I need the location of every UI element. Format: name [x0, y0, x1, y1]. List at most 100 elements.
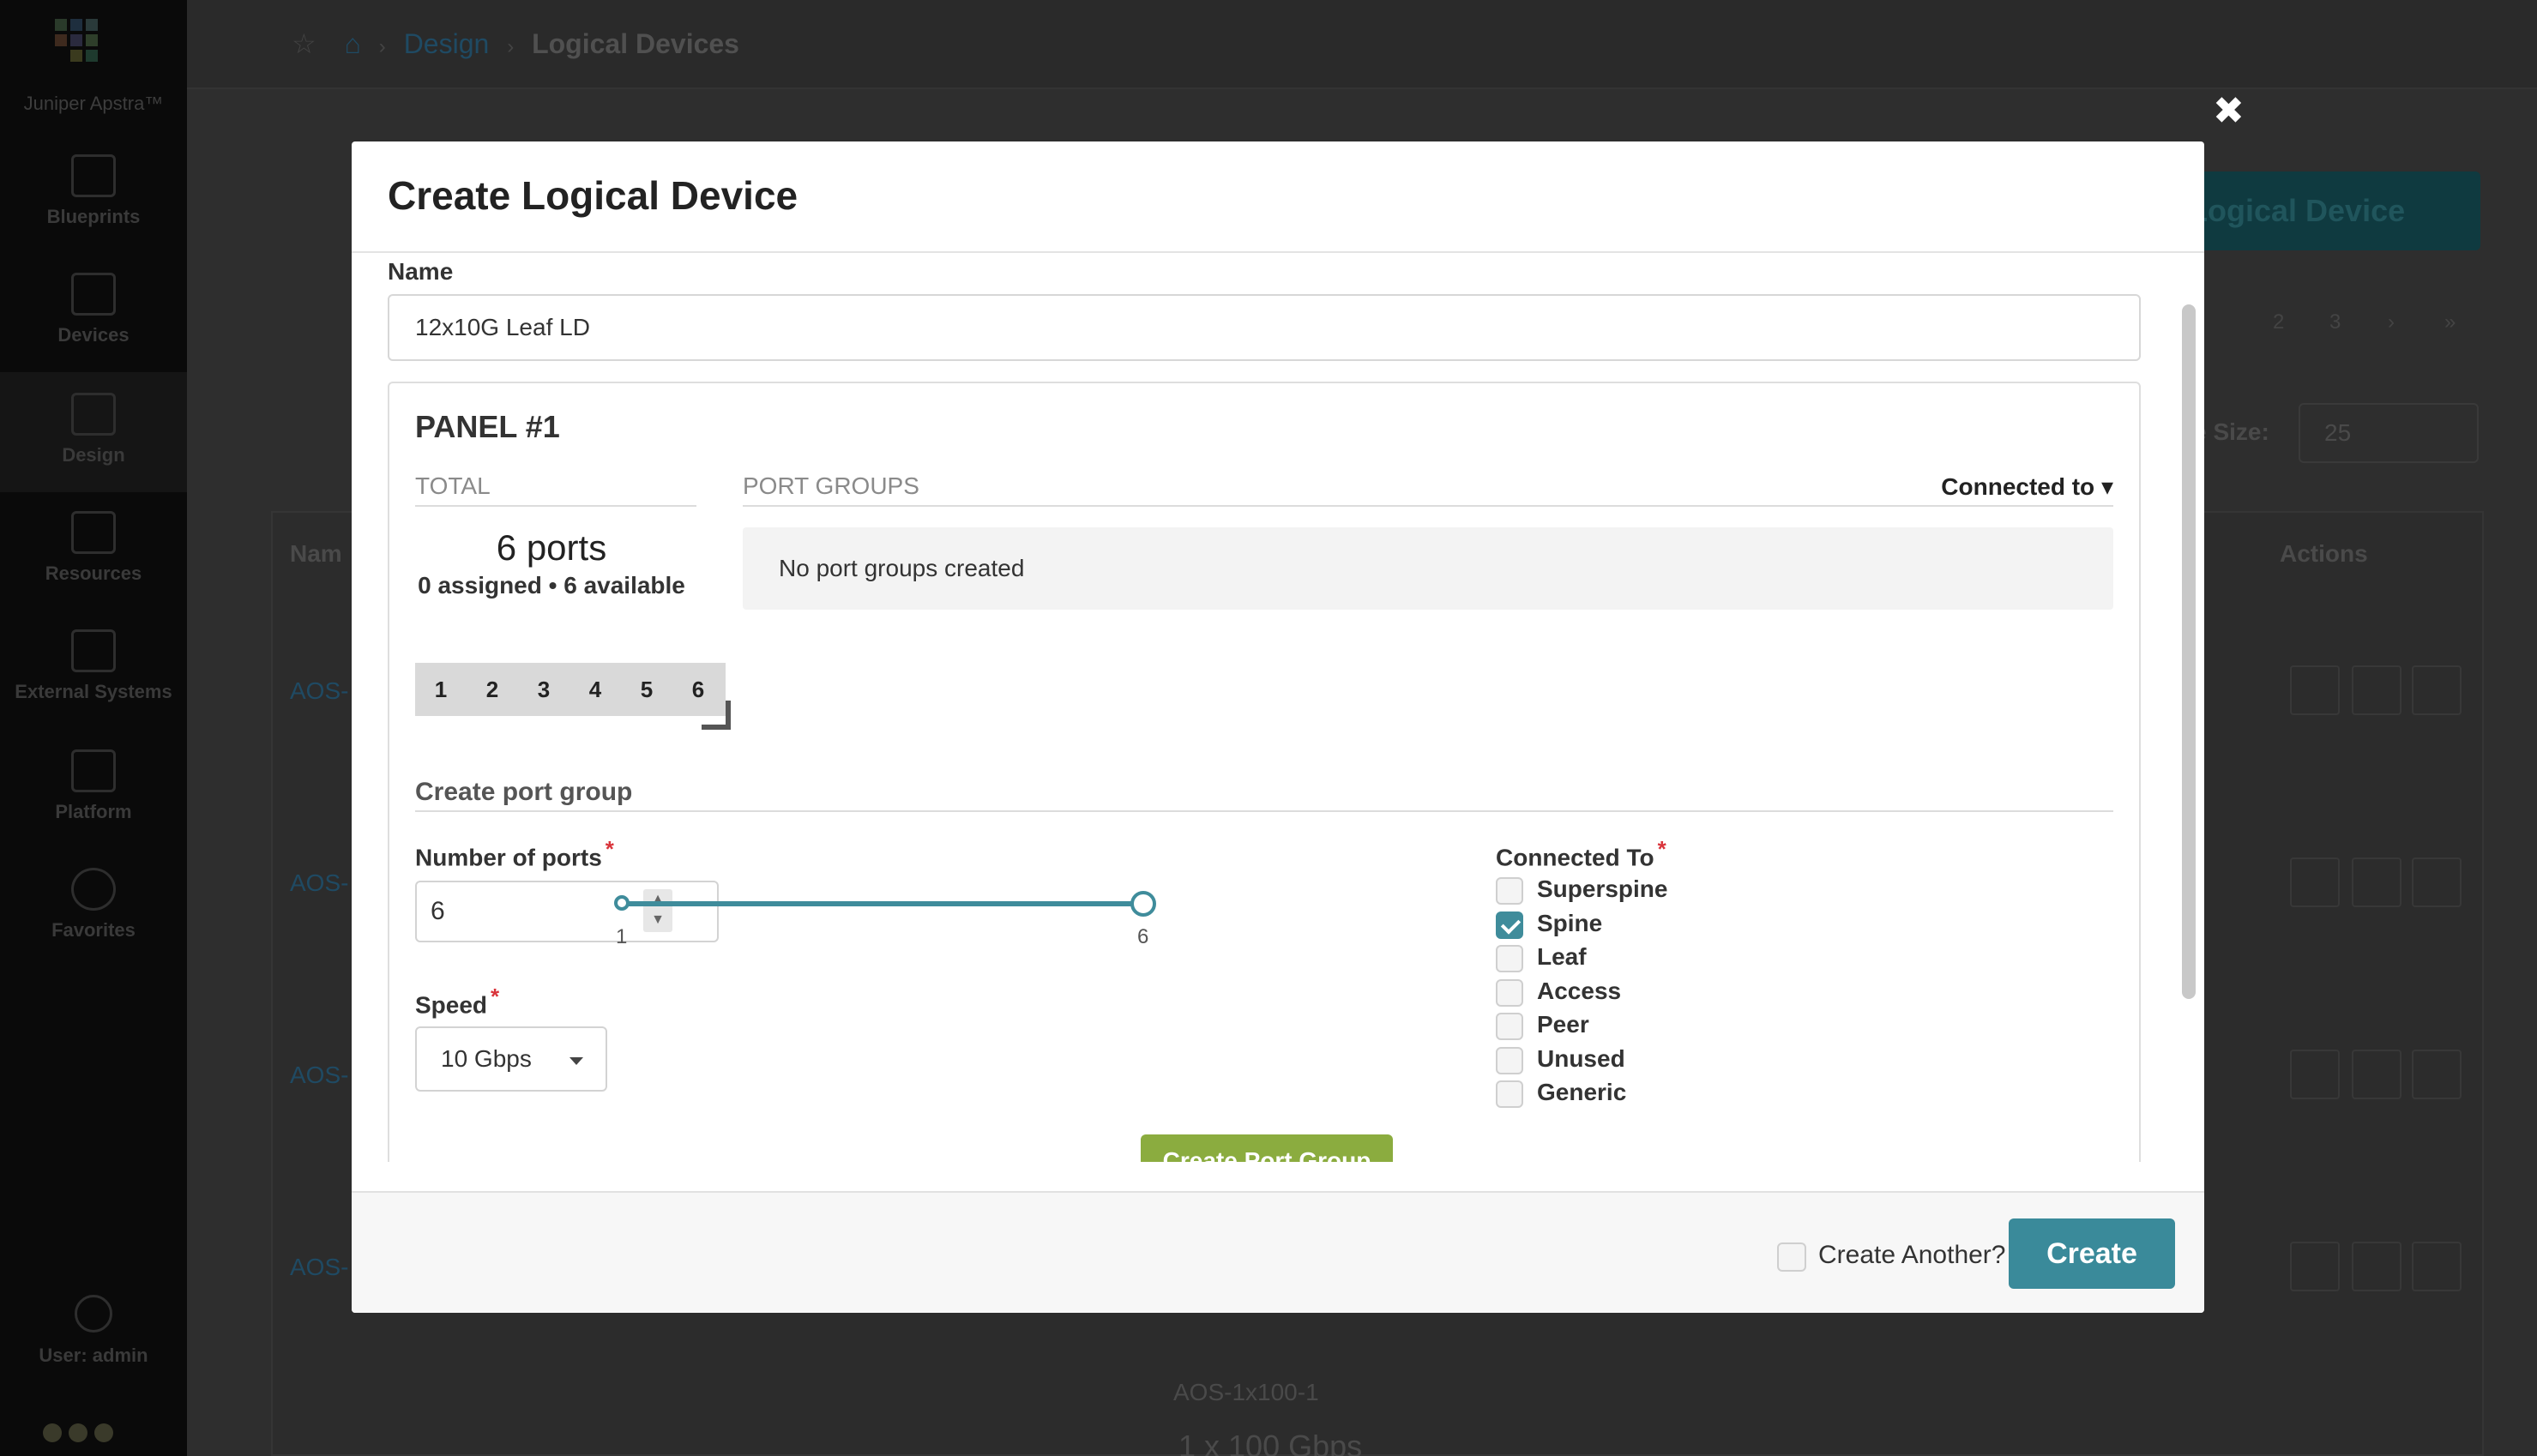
- edit-icon[interactable]: [2290, 1050, 2340, 1099]
- devices-icon: [71, 273, 116, 316]
- page-last[interactable]: »: [2444, 310, 2456, 334]
- resize-handle-icon[interactable]: [702, 701, 731, 730]
- row-detail: AOS-1x100-1: [1173, 1379, 1319, 1405]
- clone-icon[interactable]: [2352, 1242, 2401, 1291]
- number-of-ports-label: Number of ports *: [415, 836, 614, 871]
- create-port-group-button[interactable]: Create Port Group: [1141, 1134, 1393, 1162]
- edit-icon[interactable]: [2290, 1242, 2340, 1291]
- create-another-checkbox[interactable]: [1777, 1242, 1806, 1272]
- connected-to-roles: Superspine Spine Leaf Access Peer Unused…: [1496, 874, 1667, 1111]
- resources-icon: [71, 511, 116, 554]
- port-groups-label: PORT GROUPS: [743, 472, 919, 499]
- clone-icon[interactable]: [2352, 857, 2401, 907]
- sidebar-item-platform[interactable]: Platform: [0, 749, 187, 823]
- port-3[interactable]: 3: [518, 663, 569, 716]
- role-spine[interactable]: Spine: [1496, 908, 1667, 942]
- modal-body: Name 12x10G Leaf LD PANEL #1 TOTAL PORT …: [352, 253, 2204, 1162]
- sidebar-item-devices[interactable]: Devices: [0, 273, 187, 346]
- modal-scrollbar[interactable]: [2182, 304, 2196, 999]
- speed-select[interactable]: 10 Gbps: [415, 1026, 607, 1092]
- breadcrumb-current: Logical Devices: [532, 28, 739, 59]
- total-label: TOTAL: [415, 472, 491, 499]
- connected-to-dropdown[interactable]: Connected to ▾: [1941, 472, 2113, 501]
- platform-icon: [71, 749, 116, 792]
- port-groups-empty: No port groups created: [743, 527, 2113, 610]
- page-next[interactable]: ›: [2388, 310, 2395, 334]
- sidebar-item-blueprints[interactable]: Blueprints: [0, 154, 187, 228]
- role-peer[interactable]: Peer: [1496, 1009, 1667, 1044]
- sidebar-item-favorites[interactable]: Favorites: [0, 868, 187, 942]
- ports-slider-track[interactable]: [621, 901, 1144, 906]
- table-row-link[interactable]: AOS-: [290, 1254, 348, 1281]
- star-icon: [71, 868, 116, 911]
- brand-name: Juniper Apstra™: [23, 93, 164, 114]
- role-access[interactable]: Access: [1496, 976, 1667, 1010]
- table-row-link[interactable]: AOS-: [290, 869, 348, 897]
- ports-total: 6 ports: [496, 527, 607, 568]
- sidebar-item-resources[interactable]: Resources: [0, 511, 187, 585]
- create-another-label[interactable]: Create Another?: [1818, 1241, 2005, 1270]
- column-actions: Actions: [2280, 540, 2368, 567]
- panel-title: PANEL #1: [415, 409, 560, 444]
- modal-title: Create Logical Device: [388, 173, 798, 218]
- checkbox[interactable]: [1496, 978, 1523, 1007]
- create-logical-device-modal: Create Logical Device Name 12x10G Leaf L…: [352, 141, 2204, 1313]
- checkbox[interactable]: [1496, 945, 1523, 972]
- number-stepper[interactable]: ▲ ▼: [643, 889, 672, 932]
- sidebar-item-external-systems[interactable]: External Systems: [0, 629, 187, 703]
- breadcrumb-design[interactable]: Design: [404, 28, 490, 59]
- number-of-ports-input[interactable]: 6: [415, 881, 719, 942]
- slider-max-handle[interactable]: [1130, 891, 1156, 917]
- port-1[interactable]: 1: [415, 663, 467, 716]
- speed-label: Speed *: [415, 984, 500, 1019]
- role-generic[interactable]: Generic: [1496, 1077, 1667, 1111]
- connected-to-label: Connected To *: [1496, 836, 1666, 871]
- slider-min-handle[interactable]: [614, 895, 630, 911]
- design-icon: [71, 393, 116, 436]
- checkbox-checked[interactable]: [1496, 911, 1523, 939]
- port-2[interactable]: 2: [467, 663, 518, 716]
- favorite-star-icon[interactable]: ☆: [292, 28, 316, 59]
- delete-icon[interactable]: [2412, 1050, 2462, 1099]
- modal-footer: Create Another? Create: [352, 1191, 2204, 1313]
- sidebar-item-design[interactable]: Design: [0, 372, 187, 492]
- clone-icon[interactable]: [2352, 665, 2401, 715]
- checkbox[interactable]: [1496, 1046, 1523, 1074]
- create-button[interactable]: Create: [2009, 1218, 2175, 1289]
- clone-icon[interactable]: [2352, 1050, 2401, 1099]
- page-3[interactable]: 3: [2329, 310, 2341, 334]
- home-icon[interactable]: ⌂: [345, 28, 361, 59]
- delete-icon[interactable]: [2412, 857, 2462, 907]
- table-row-link[interactable]: AOS-: [290, 677, 348, 705]
- column-name[interactable]: Nam: [290, 540, 342, 568]
- row-detail-speed: 1 x 100 Gbps: [1178, 1429, 1363, 1456]
- blueprints-icon: [71, 154, 116, 197]
- role-superspine[interactable]: Superspine: [1496, 874, 1667, 908]
- checkbox[interactable]: [1496, 877, 1523, 905]
- create-port-group-title: Create port group: [415, 778, 633, 806]
- user-avatar-icon: [75, 1295, 112, 1333]
- checkbox[interactable]: [1496, 1080, 1523, 1108]
- port-5[interactable]: 5: [621, 663, 672, 716]
- page-2[interactable]: 2: [2273, 310, 2284, 334]
- breadcrumb: ☆ ⌂ › Design › Logical Devices: [292, 28, 739, 59]
- edit-icon[interactable]: [2290, 857, 2340, 907]
- external-systems-icon: [71, 629, 116, 672]
- sidebar: Juniper Apstra™ Blueprints Devices Desig…: [0, 0, 187, 1456]
- table-row-link[interactable]: AOS-: [290, 1062, 348, 1089]
- user-menu[interactable]: User: admin: [0, 1295, 187, 1367]
- page-size-select[interactable]: 25: [2299, 403, 2479, 463]
- panel-1: PANEL #1 TOTAL PORT GROUPS Connected to …: [388, 382, 2141, 1162]
- modal-header: Create Logical Device: [352, 141, 2204, 253]
- ports-status: 0 assigned • 6 available: [418, 572, 685, 599]
- delete-icon[interactable]: [2412, 1242, 2462, 1291]
- checkbox[interactable]: [1496, 1013, 1523, 1040]
- delete-icon[interactable]: [2412, 665, 2462, 715]
- more-dots-icon[interactable]: [43, 1423, 120, 1447]
- role-unused[interactable]: Unused: [1496, 1044, 1667, 1078]
- role-leaf[interactable]: Leaf: [1496, 942, 1667, 976]
- close-icon[interactable]: ✖: [2213, 91, 2245, 132]
- edit-icon[interactable]: [2290, 665, 2340, 715]
- name-input[interactable]: 12x10G Leaf LD: [388, 294, 2141, 361]
- port-4[interactable]: 4: [569, 663, 621, 716]
